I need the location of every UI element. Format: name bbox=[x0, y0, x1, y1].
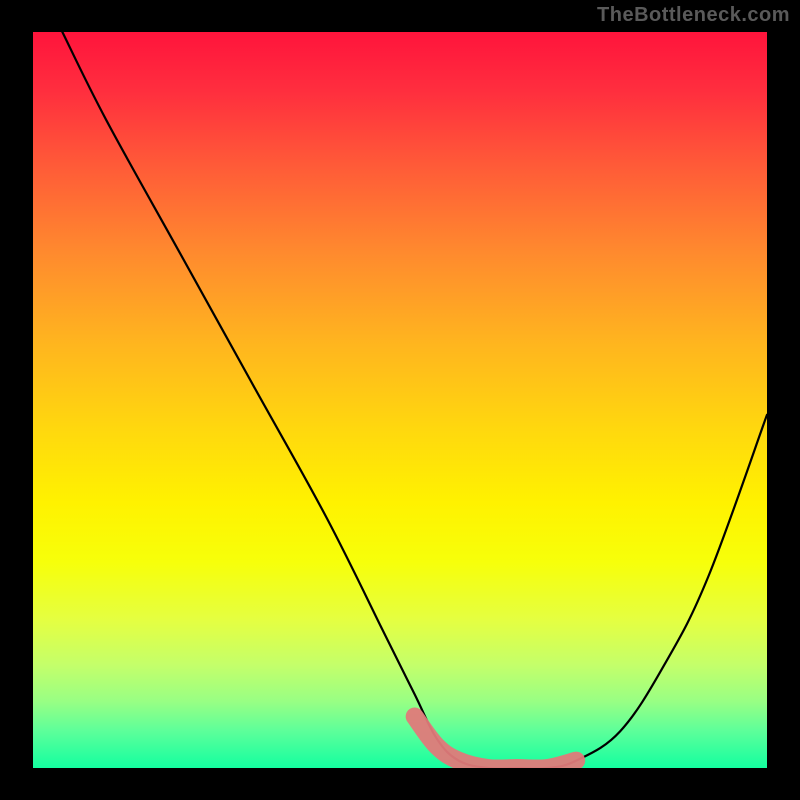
chart-frame: TheBottleneck.com bbox=[0, 0, 800, 800]
bottleneck-curve bbox=[62, 32, 767, 768]
watermark-text: TheBottleneck.com bbox=[597, 4, 790, 27]
plot-area bbox=[33, 32, 767, 768]
no-bottleneck-highlight bbox=[415, 716, 576, 768]
plot-svg bbox=[33, 32, 767, 768]
